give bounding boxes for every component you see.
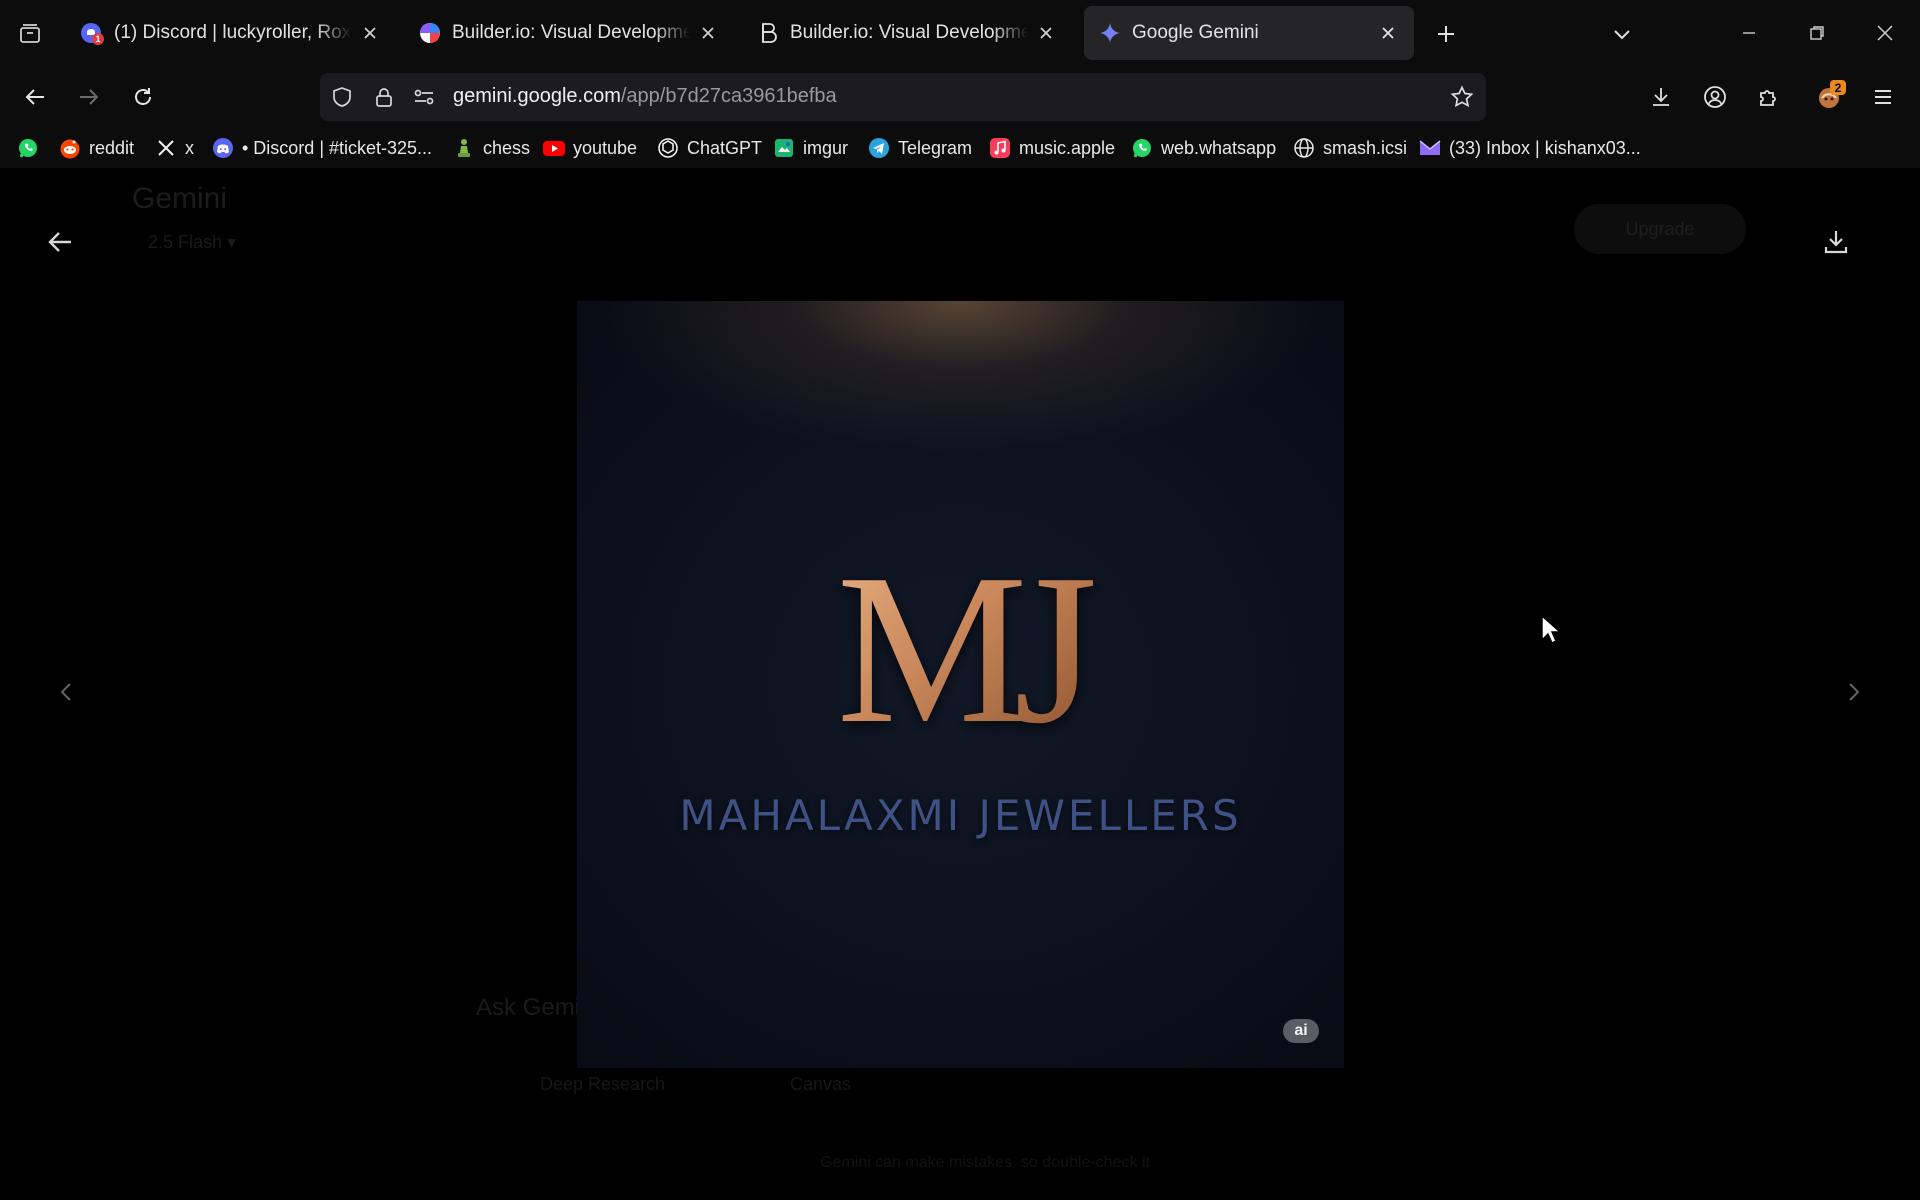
bookmark-label: music.apple bbox=[1019, 137, 1116, 158]
gemini-title: Gemini bbox=[132, 182, 228, 215]
bookmark-label: reddit bbox=[89, 137, 135, 158]
extension-avatar-icon[interactable]: 2 bbox=[1808, 76, 1850, 118]
bookmark-label: (33) Inbox | kishanx03... bbox=[1449, 137, 1641, 158]
tab-strip: 1 (1) Discord | luckyroller, Roxx, Je Bu… bbox=[0, 0, 1920, 66]
bookmark-smash-icsi[interactable]: smash.icsi bbox=[1292, 134, 1407, 162]
bookmark-label: Telegram bbox=[898, 137, 973, 158]
gemini-icon bbox=[1098, 21, 1122, 45]
downloads-icon[interactable] bbox=[1640, 76, 1682, 118]
tab-title: Google Gemini bbox=[1132, 22, 1259, 43]
close-tab-icon[interactable] bbox=[1376, 21, 1400, 45]
bookmark-x[interactable]: x bbox=[154, 134, 194, 162]
bookmark-whatsapp[interactable] bbox=[16, 134, 40, 162]
upgrade-button: Upgrade bbox=[1574, 204, 1746, 254]
bookmark-telegram[interactable]: Telegram bbox=[867, 134, 972, 162]
page-content: Gemini 2.5 Flash ▾ Upgrade Ask Gemini De… bbox=[0, 168, 1920, 1200]
whatsapp-icon bbox=[1130, 136, 1154, 160]
extension-badge: 2 bbox=[1830, 80, 1846, 95]
tab-gemini[interactable]: Google Gemini bbox=[1084, 6, 1414, 60]
bookmark-star-icon[interactable] bbox=[1450, 85, 1474, 109]
hamburger-menu-icon[interactable] bbox=[1862, 76, 1904, 118]
next-image-chevron-icon[interactable] bbox=[1838, 668, 1870, 716]
imgur-icon bbox=[772, 136, 796, 160]
youtube-icon bbox=[542, 136, 566, 160]
tab-discord[interactable]: 1 (1) Discord | luckyroller, Roxx, Je bbox=[66, 6, 396, 60]
canvas-label: Canvas bbox=[790, 1074, 852, 1094]
tab-list-icon[interactable] bbox=[10, 14, 50, 54]
bookmark-label: imgur bbox=[803, 137, 849, 158]
model-selector: 2.5 Flash ▾ bbox=[148, 232, 237, 252]
site-permissions-icon[interactable] bbox=[412, 85, 436, 109]
tab-builder-1[interactable]: Builder.io: Visual Development P bbox=[404, 6, 734, 60]
close-tab-icon[interactable] bbox=[696, 21, 720, 45]
list-all-tabs-chevron-icon[interactable] bbox=[1602, 14, 1642, 54]
generated-logo-image: MJ MAHALAXMI JEWELLERS ai bbox=[577, 301, 1344, 1068]
reload-icon[interactable] bbox=[122, 76, 164, 118]
x-icon bbox=[154, 136, 178, 160]
account-icon[interactable] bbox=[1694, 76, 1736, 118]
bookmark-label: x bbox=[185, 137, 194, 158]
proton-mail-icon bbox=[1418, 136, 1442, 160]
bookmark-chess[interactable]: chess bbox=[452, 134, 530, 162]
monogram-letters: MJ bbox=[837, 529, 1094, 768]
brand-name: MAHALAXMI JEWELLERS bbox=[679, 791, 1242, 840]
close-viewer-back-arrow-icon[interactable] bbox=[40, 222, 80, 262]
builder-bolt-icon bbox=[756, 21, 780, 45]
bookmark-discord-ticket[interactable]: • Discord | #ticket-325... bbox=[211, 134, 432, 162]
bookmark-proton-inbox[interactable]: (33) Inbox | kishanx03... bbox=[1418, 134, 1641, 162]
mouse-cursor-icon bbox=[1541, 614, 1562, 644]
close-tab-icon[interactable] bbox=[1034, 21, 1058, 45]
bookmark-label: web.whatsapp bbox=[1161, 137, 1277, 158]
url-path: /app/b7d27ca3961befba bbox=[620, 85, 837, 107]
close-tab-icon[interactable] bbox=[358, 21, 382, 45]
url-text[interactable]: gemini.google.com/app/b7d27ca3961befba bbox=[453, 85, 837, 108]
bookmark-chatgpt[interactable]: ChatGPT bbox=[656, 134, 762, 162]
reddit-icon bbox=[58, 136, 82, 160]
back-arrow-icon[interactable] bbox=[14, 76, 56, 118]
navigation-toolbar: gemini.google.com/app/b7d27ca3961befba 2 bbox=[0, 66, 1920, 128]
bookmark-reddit[interactable]: reddit bbox=[58, 134, 134, 162]
bookmark-imgur[interactable]: imgur bbox=[772, 134, 848, 162]
previous-image-chevron-icon[interactable] bbox=[50, 668, 82, 716]
gemini-disclaimer: Gemini can make mistakes, so double-chec… bbox=[820, 1154, 1150, 1171]
bookmark-music-apple[interactable]: music.apple bbox=[988, 134, 1115, 162]
restore-icon[interactable] bbox=[1792, 10, 1842, 56]
tab-title: (1) Discord | luckyroller, Roxx, Je bbox=[114, 22, 352, 43]
bookmark-web-whatsapp[interactable]: web.whatsapp bbox=[1130, 134, 1276, 162]
telegram-icon bbox=[867, 136, 891, 160]
svg-text:1: 1 bbox=[95, 34, 100, 44]
new-tab-plus-icon[interactable] bbox=[1426, 14, 1466, 54]
ai-generated-badge: ai bbox=[1283, 1019, 1319, 1043]
tab-title: Builder.io: Visual Development P bbox=[790, 22, 1028, 43]
lock-icon[interactable] bbox=[372, 85, 396, 109]
bookmark-label: youtube bbox=[573, 137, 638, 158]
bookmarks-toolbar: reddit x • Discord | #ticket-325... ches… bbox=[0, 128, 1920, 168]
chatgpt-icon bbox=[656, 136, 680, 160]
close-window-icon[interactable] bbox=[1860, 10, 1910, 56]
discord-icon bbox=[211, 136, 235, 160]
builder-icon bbox=[418, 21, 442, 45]
bookmark-label: ChatGPT bbox=[687, 137, 763, 158]
tab-builder-2[interactable]: Builder.io: Visual Development P bbox=[742, 6, 1072, 60]
mj-monogram: MJ bbox=[837, 529, 1108, 768]
discord-icon: 1 bbox=[80, 21, 104, 45]
bookmark-label: • Discord | #ticket-325... bbox=[242, 137, 433, 158]
deep-research-label: Deep Research bbox=[540, 1074, 666, 1094]
url-host: gemini.google.com bbox=[453, 85, 621, 107]
bookmark-label: smash.icsi bbox=[1323, 137, 1408, 158]
tracking-protection-shield-icon[interactable] bbox=[330, 85, 354, 109]
address-bar[interactable]: gemini.google.com/app/b7d27ca3961befba bbox=[320, 73, 1486, 121]
forward-arrow-icon[interactable] bbox=[68, 76, 110, 118]
bookmark-youtube[interactable]: youtube bbox=[542, 134, 637, 162]
chess-icon bbox=[452, 136, 476, 160]
download-image-icon[interactable] bbox=[1816, 222, 1856, 262]
bookmark-label: chess bbox=[483, 137, 531, 158]
tab-title: Builder.io: Visual Development P bbox=[452, 22, 690, 43]
extensions-puzzle-icon[interactable] bbox=[1748, 76, 1790, 118]
whatsapp-icon bbox=[16, 136, 40, 160]
globe-icon bbox=[1292, 136, 1316, 160]
apple-music-icon bbox=[988, 136, 1012, 160]
minimize-icon[interactable] bbox=[1724, 10, 1774, 56]
